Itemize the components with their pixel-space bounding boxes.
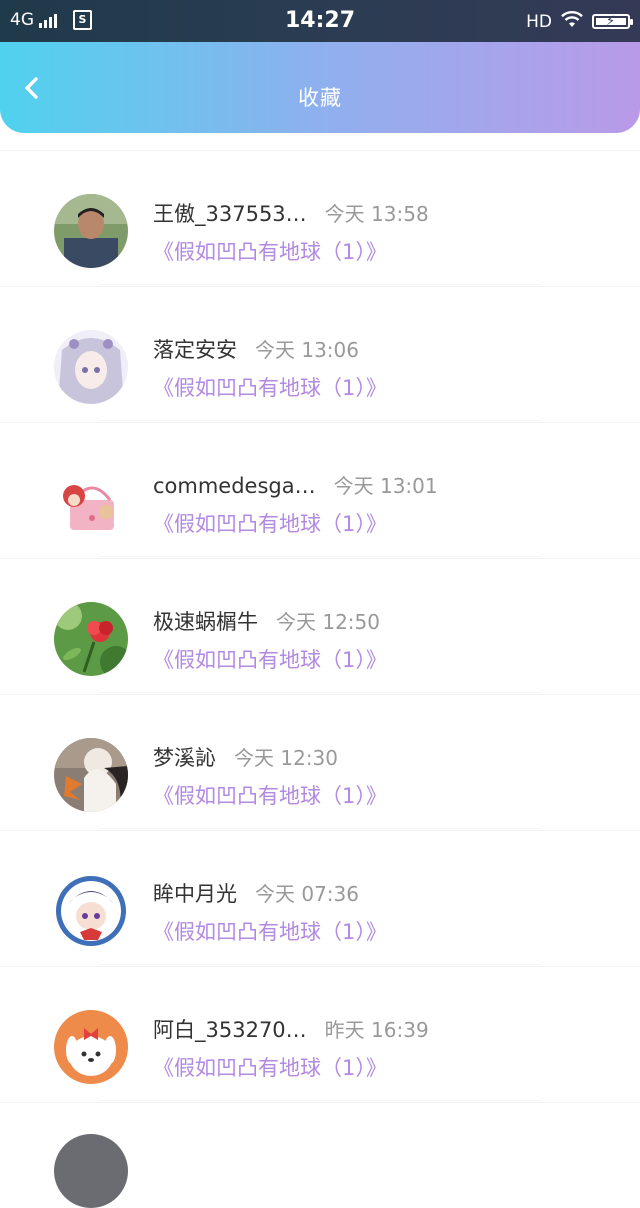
item-meta: 王傲_337553… 今天 13:58 <box>153 198 429 228</box>
book-title-link[interactable]: 《假如凹凸有地球（1）》 <box>153 1052 387 1082</box>
list-item[interactable]: 极速蜗榍牛 今天 12:50 《假如凹凸有地球（1）》 <box>0 559 640 695</box>
avatar <box>54 194 128 268</box>
avatar <box>54 874 128 948</box>
timestamp: 昨天 16:39 <box>324 1018 429 1042</box>
status-bar: 4G S 14:27 HD ⚡ <box>0 0 640 42</box>
avatar <box>54 1010 128 1084</box>
user-name: 眸中月光 <box>153 882 237 906</box>
avatar <box>54 602 128 676</box>
divider <box>100 692 540 693</box>
timestamp: 今天 12:30 <box>234 746 338 770</box>
book-title-link[interactable]: 《假如凹凸有地球（1）》 <box>153 372 387 402</box>
avatar <box>54 738 128 812</box>
timestamp: 今天 13:01 <box>333 474 438 498</box>
favorites-list: 王傲_337553… 今天 13:58 《假如凹凸有地球（1）》 落定安安 今天… <box>0 150 640 1103</box>
book-title-link[interactable]: 《假如凹凸有地球（1）》 <box>153 644 387 674</box>
header-bar: 收藏 <box>0 42 640 133</box>
user-name: 王傲_337553… <box>153 202 307 226</box>
timestamp: 今天 07:36 <box>255 882 359 906</box>
status-right: HD ⚡ <box>526 10 633 33</box>
divider <box>100 284 540 285</box>
user-name: 阿白_353270… <box>153 1018 307 1042</box>
item-meta: 眸中月光 今天 07:36 <box>153 878 359 908</box>
book-title-link[interactable]: 《假如凹凸有地球（1）》 <box>153 508 387 538</box>
user-name: 落定安安 <box>153 338 237 362</box>
page-title: 收藏 <box>298 86 342 110</box>
avatar <box>54 466 128 540</box>
list-item[interactable]: 阿白_353270… 昨天 16:39 《假如凹凸有地球（1）》 <box>0 967 640 1103</box>
timestamp: 今天 13:06 <box>255 338 359 362</box>
divider <box>100 420 540 421</box>
avatar <box>54 1134 128 1208</box>
item-meta: 梦溪訫 今天 12:30 <box>153 742 338 772</box>
list-item[interactable]: 王傲_337553… 今天 13:58 《假如凹凸有地球（1）》 <box>0 151 640 287</box>
list-item[interactable]: 落定安安 今天 13:06 《假如凹凸有地球（1）》 <box>0 287 640 423</box>
battery-icon: ⚡ <box>592 14 633 29</box>
hd-label: HD <box>526 11 552 32</box>
item-meta: 阿白_353270… 昨天 16:39 <box>153 1014 429 1044</box>
item-meta: 极速蜗榍牛 今天 12:50 <box>153 606 380 636</box>
divider <box>100 556 540 557</box>
item-meta: commedesga… 今天 13:01 <box>153 470 438 499</box>
wifi-icon <box>560 10 584 33</box>
list-item[interactable]: 梦溪訫 今天 12:30 《假如凹凸有地球（1）》 <box>0 695 640 831</box>
list-item[interactable]: commedesga… 今天 13:01 《假如凹凸有地球（1）》 <box>0 423 640 559</box>
timestamp: 今天 13:58 <box>324 202 429 226</box>
divider <box>100 1100 540 1101</box>
avatar <box>54 330 128 404</box>
user-name: 极速蜗榍牛 <box>153 610 258 634</box>
book-title-link[interactable]: 《假如凹凸有地球（1）》 <box>153 236 387 266</box>
user-name: commedesga… <box>153 474 316 498</box>
book-title-link[interactable]: 《假如凹凸有地球（1）》 <box>153 780 387 810</box>
divider <box>100 828 540 829</box>
user-name: 梦溪訫 <box>153 746 216 770</box>
item-meta: 落定安安 今天 13:06 <box>153 334 359 364</box>
divider <box>100 964 540 965</box>
timestamp: 今天 12:50 <box>276 610 380 634</box>
book-title-link[interactable]: 《假如凹凸有地球（1）》 <box>153 916 387 946</box>
list-item[interactable]: 眸中月光 今天 07:36 《假如凹凸有地球（1）》 <box>0 831 640 967</box>
